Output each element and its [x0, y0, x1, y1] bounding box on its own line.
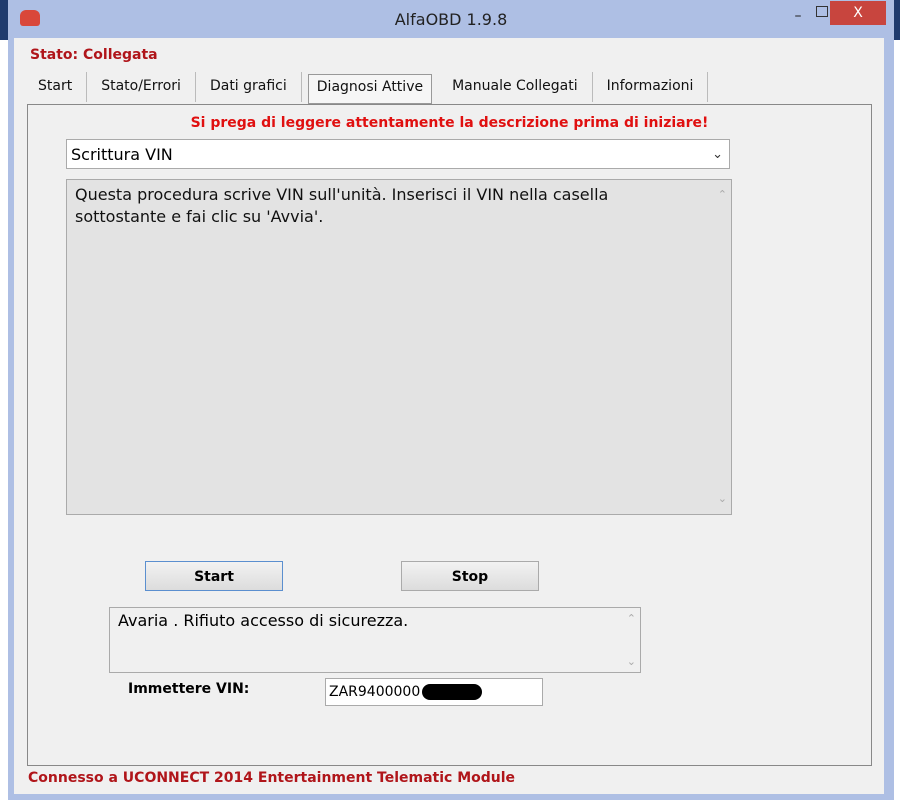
tab-manuale-collegati[interactable]: Manuale Collegati: [438, 72, 593, 102]
warning-text: Si prega di leggere attentamente la desc…: [190, 115, 709, 131]
tab-start[interactable]: Start: [24, 72, 88, 102]
vin-value: ZAR9400000: [329, 684, 421, 700]
tab-bar: Start Stato/Errori Dati grafici Diagnosi…: [24, 72, 709, 104]
close-button[interactable]: X: [830, 1, 886, 25]
tab-informazioni[interactable]: Informazioni: [593, 72, 709, 102]
title-bar[interactable]: AlfaOBD 1.9.8 – X: [8, 0, 894, 38]
result-textarea[interactable]: Avaria . Rifiuto accesso di sicurezza. ⌃…: [109, 607, 641, 673]
result-text: Avaria . Rifiuto accesso di sicurezza.: [118, 611, 409, 630]
stop-button[interactable]: Stop: [401, 561, 539, 591]
start-button[interactable]: Start: [145, 561, 283, 591]
description-text: Questa procedura scrive VIN sull'unità. …: [75, 185, 609, 226]
tab-panel: Si prega di leggere attentamente la desc…: [27, 104, 872, 766]
maximize-button[interactable]: [816, 6, 828, 17]
tab-diagnosi-attive[interactable]: Diagnosi Attive: [307, 74, 433, 104]
minimize-button[interactable]: –: [788, 8, 808, 28]
window-title: AlfaOBD 1.9.8: [394, 10, 508, 29]
vin-label: Immettere VIN:: [128, 681, 250, 697]
tab-stato-errori[interactable]: Stato/Errori: [87, 72, 196, 102]
scroll-up-icon[interactable]: ⌃: [627, 612, 636, 625]
scroll-down-icon[interactable]: ⌄: [627, 655, 636, 668]
tab-dati-grafici[interactable]: Dati grafici: [196, 72, 302, 102]
app-window: AlfaOBD 1.9.8 – X Stato: Collegata Start…: [8, 0, 894, 800]
procedure-select-value: Scrittura VIN: [71, 145, 173, 164]
connected-module-status: Connesso a UCONNECT 2014 Entertainment T…: [28, 770, 516, 786]
description-textarea[interactable]: Questa procedura scrive VIN sull'unità. …: [66, 179, 732, 515]
procedure-select[interactable]: Scrittura VIN ⌄: [66, 139, 730, 169]
chevron-down-icon: ⌄: [712, 147, 723, 162]
redaction-mark: [422, 684, 482, 700]
scroll-down-icon[interactable]: ⌄: [718, 488, 727, 510]
client-area: Stato: Collegata Start Stato/Errori Dati…: [14, 38, 884, 794]
connection-status: Stato: Collegata: [30, 47, 158, 63]
vin-input[interactable]: ZAR9400000: [325, 678, 543, 706]
scroll-up-icon[interactable]: ⌃: [718, 184, 727, 206]
